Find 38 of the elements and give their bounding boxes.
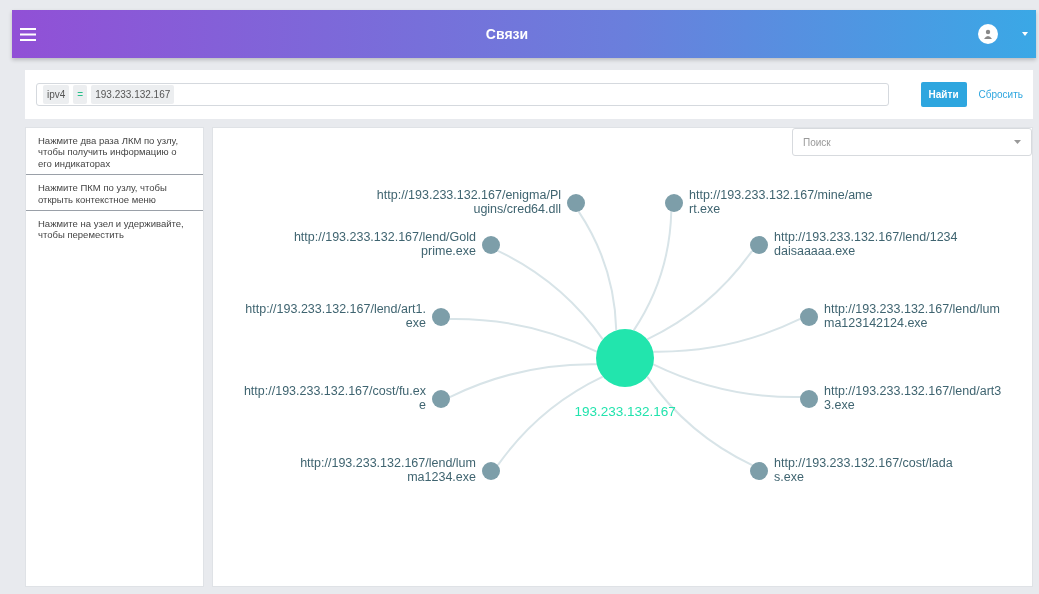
avatar-icon[interactable]: [978, 24, 998, 44]
reset-link[interactable]: Сбросить: [978, 87, 1023, 102]
graph-node[interactable]: [482, 236, 500, 254]
search-placeholder: Поиск: [803, 135, 831, 150]
graph-node[interactable]: [482, 462, 500, 480]
hint-text: Нажмите на узел и удерживайте, чтобы переместить: [37, 216, 185, 243]
graph-node[interactable]: [750, 236, 768, 254]
search-button[interactable]: Найти: [920, 82, 967, 107]
center-node-label: 193.233.132.167: [574, 403, 676, 421]
node-label: http://193.233.132.167/lend/Goldprime.exe: [292, 230, 476, 259]
menu-icon[interactable]: [20, 27, 36, 41]
caret-icon[interactable]: [1022, 32, 1028, 36]
search-dropdown[interactable]: Поиск: [792, 128, 1032, 156]
node-label: http://193.233.132.167/lend/art33.exe: [824, 384, 1003, 413]
node-label: http://193.233.132.167/lend/art1.exe: [244, 302, 426, 331]
center-node[interactable]: [596, 329, 654, 387]
hint-text: Нажмите ПКМ по узлу, чтобы открыть контекстное меню: [26, 175, 203, 211]
graph-node[interactable]: [800, 390, 818, 408]
node-label: http://193.233.132.167/enigma/Plugins/cred64.dll: [376, 188, 561, 217]
page-title: Связи: [485, 25, 529, 42]
graph-node[interactable]: [750, 462, 768, 480]
node-label: http://193.233.132.167/cost/ladas.exe: [774, 456, 954, 485]
graph-node[interactable]: [665, 194, 683, 212]
field-chip: ipv4: [43, 85, 70, 104]
graph-node[interactable]: [800, 308, 818, 326]
node-label: http://193.233.132.167/lend/1234daisaaaaa.exe: [774, 230, 959, 259]
node-label: http://193.233.132.167/mine/amert.exe: [689, 188, 874, 217]
node-label: http://193.233.132.167/cost/fu.exe: [242, 384, 426, 413]
query-field[interactable]: ipv4 = 193.233.132.167: [36, 83, 889, 106]
node-label: http://193.233.132.167/lend/lumma123142124.exe: [824, 302, 1001, 331]
value-chip: 193.233.132.167: [91, 85, 175, 104]
operator-chip: =: [73, 85, 88, 104]
graph-node[interactable]: [432, 390, 450, 408]
graph-node[interactable]: [567, 194, 585, 212]
node-label: http://193.233.132.167/lend/lumma1234.exe: [299, 456, 476, 485]
caret-icon[interactable]: [1014, 140, 1021, 144]
hint-text: Нажмите два раза ЛКМ по узлу, чтобы получить информацию о его индикаторах: [26, 128, 203, 176]
graph-node[interactable]: [432, 308, 450, 326]
